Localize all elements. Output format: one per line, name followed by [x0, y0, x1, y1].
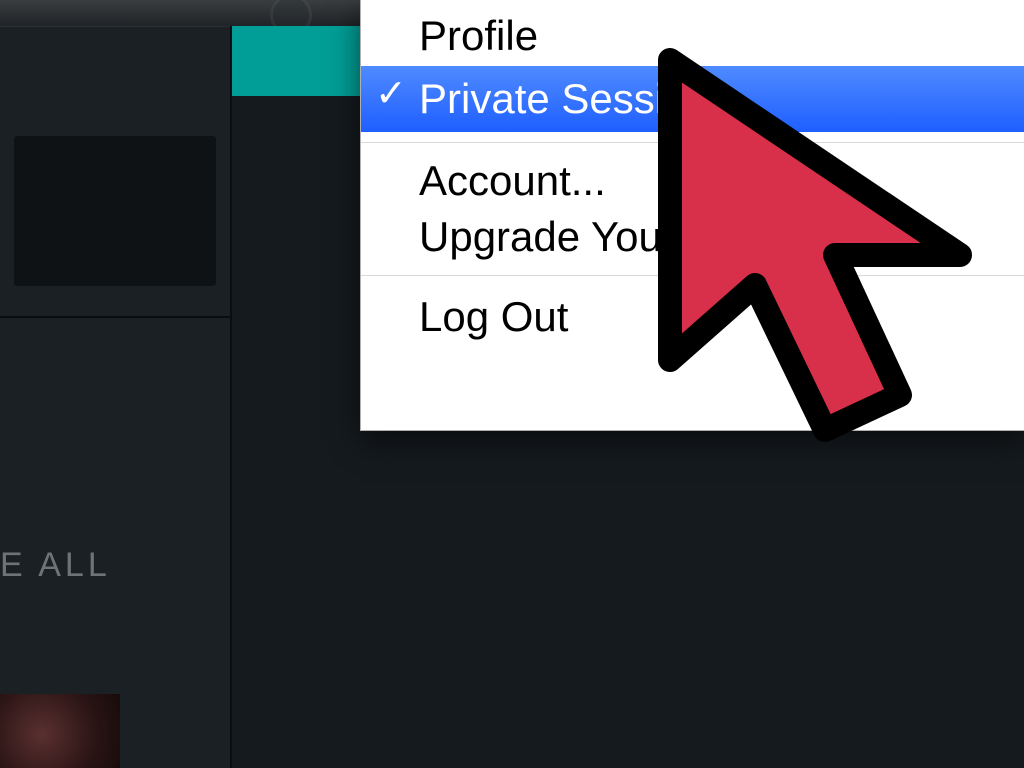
menu-item-label: Upgrade Your Ac	[419, 213, 734, 260]
see-all-label[interactable]: E ALL	[0, 546, 230, 585]
divider	[0, 316, 230, 318]
divider	[230, 26, 232, 768]
menu-item-label: Private Session	[419, 75, 711, 122]
divider	[361, 275, 1024, 276]
menu-item-profile[interactable]: Profile	[361, 6, 1024, 66]
menu-item-label: Log Out	[419, 293, 568, 340]
user-dropdown-menu[interactable]: Profile ✓ Private Session Account... Upg…	[360, 0, 1024, 431]
menu-item-label: Account...	[419, 157, 606, 204]
app-window: E ALL Profile ✓ Private Session Account.…	[0, 0, 1024, 768]
album-art-thumbnail[interactable]	[0, 694, 120, 768]
menu-item-log-out[interactable]: Log Out	[361, 286, 1024, 348]
sidebar: E ALL	[0, 26, 230, 768]
divider	[361, 142, 1024, 143]
checkmark-icon: ✓	[375, 66, 407, 122]
menu-item-upgrade-account[interactable]: Upgrade Your Ac	[361, 209, 1024, 265]
menu-item-private-session[interactable]: ✓ Private Session	[361, 66, 1024, 132]
divider	[0, 26, 230, 27]
sidebar-section	[14, 136, 216, 286]
menu-item-label: Profile	[419, 12, 538, 59]
menu-item-account[interactable]: Account...	[361, 153, 1024, 209]
